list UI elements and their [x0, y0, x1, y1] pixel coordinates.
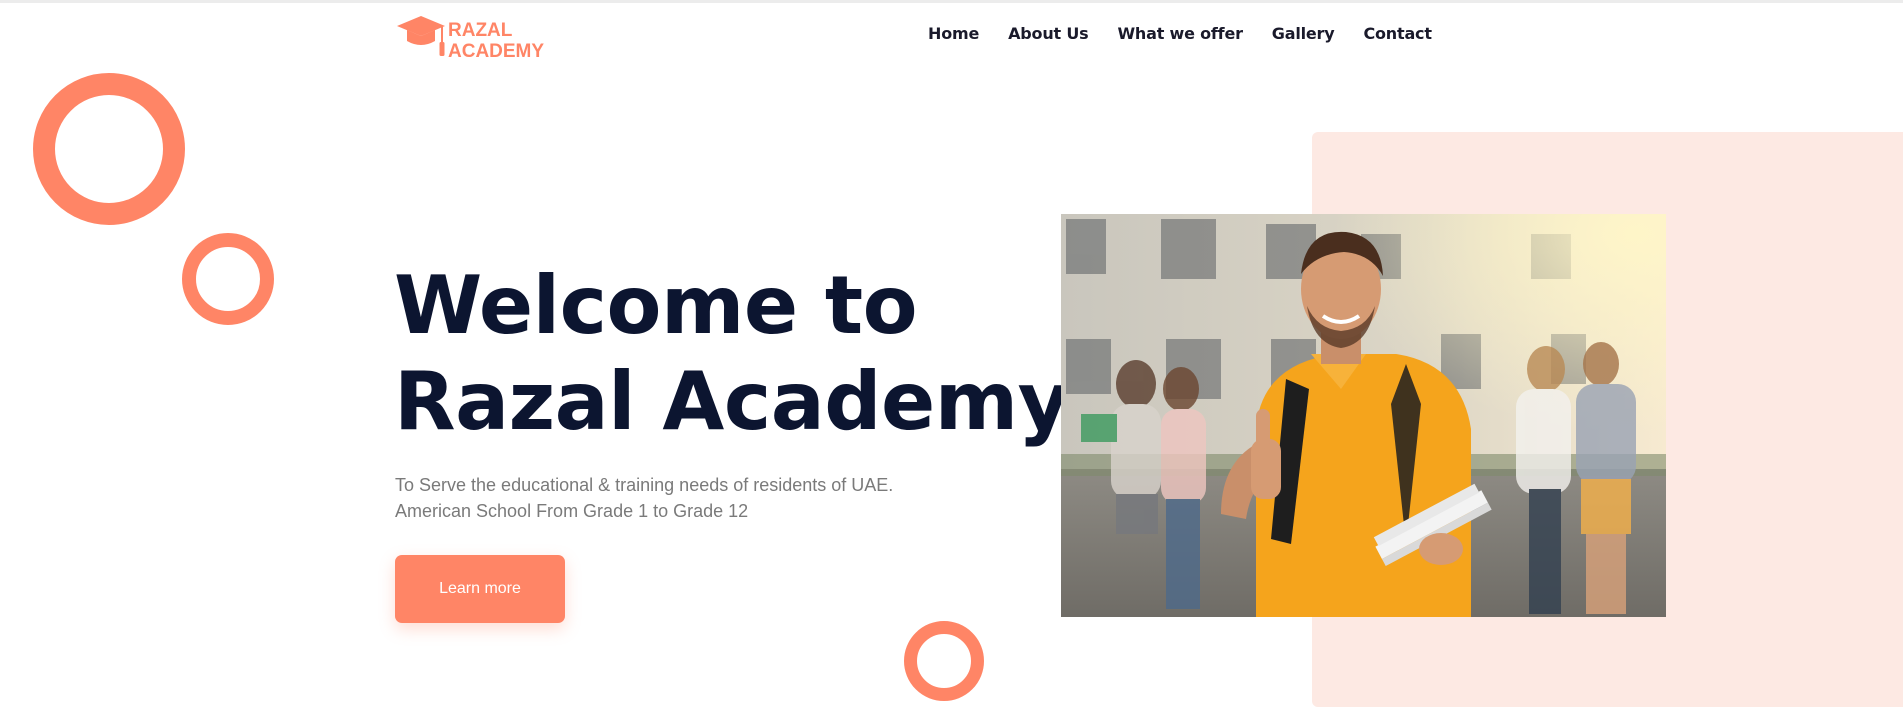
logo-text-line2: ACADEMY [448, 41, 544, 62]
logo-text-line1: RAZAL [448, 20, 513, 41]
nav-contact[interactable]: Contact [1363, 24, 1432, 43]
nav-what-we-offer[interactable]: What we offer [1117, 24, 1243, 43]
learn-more-button[interactable]: Learn more [395, 555, 565, 623]
nav-about-us[interactable]: About Us [1008, 24, 1089, 43]
decorative-ring-large [33, 73, 185, 225]
hero-title-line2: Razal Academy [394, 355, 1070, 448]
nav-home[interactable]: Home [928, 24, 979, 43]
decorative-ring-small [904, 621, 984, 701]
hero-subtitle-line1: To Serve the educational & training need… [395, 475, 894, 495]
hero-photo [1061, 214, 1666, 617]
hero-subtitle-line2: American School From Grade 1 to Grade 12 [395, 501, 749, 521]
hero-subtitle: To Serve the educational & training need… [395, 472, 893, 524]
hero-title-line1: Welcome to [394, 259, 918, 352]
academy-logo[interactable]: RAZAL ACADEMY [395, 16, 560, 62]
nav-gallery[interactable]: Gallery [1272, 24, 1335, 43]
hero-title: Welcome to Razal Academy [394, 258, 1070, 450]
decorative-ring-medium [182, 233, 274, 325]
top-border [0, 0, 1903, 3]
main-nav: Home About Us What we offer Gallery Cont… [928, 24, 1461, 43]
graduation-cap-icon [397, 16, 445, 56]
